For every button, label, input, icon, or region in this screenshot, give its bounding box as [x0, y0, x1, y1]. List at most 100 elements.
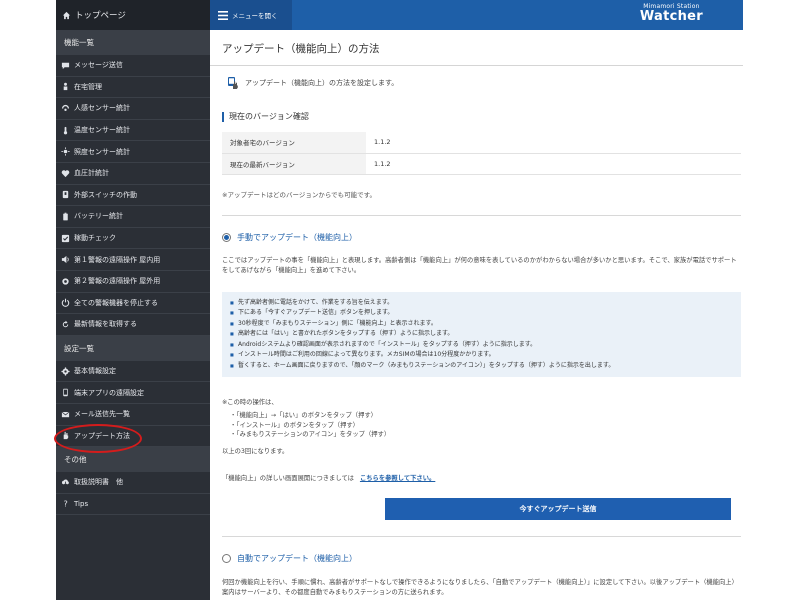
auto-update-radio[interactable] [222, 553, 231, 563]
brand-title: Watcher [639, 9, 703, 24]
refresh-icon [60, 319, 70, 329]
sidebar-item-label: 第２警報の遠隔操作 屋外用 [74, 277, 161, 286]
sidebar-item-basic-settings[interactable]: 基本情報設定 [56, 361, 210, 383]
table-row: 対象者宅のバージョン 1.1.2 [222, 132, 741, 154]
sidebar: トップページ 機能一覧 メッセージ送信 在宅管理 人感センサー統計 温度センサー… [56, 0, 210, 600]
heart-icon [60, 168, 70, 178]
sidebar-item-label: 端末アプリの遠隔設定 [74, 388, 144, 397]
check-icon [60, 233, 70, 243]
sidebar-item-blood-pressure[interactable]: 血圧計統計 [56, 163, 210, 185]
open-menu-label: メニューを開く [232, 12, 278, 20]
sidebar-item-temperature-sensor[interactable]: 温度センサー統計 [56, 120, 210, 142]
sidebar-section-features: 機能一覧 [56, 30, 210, 55]
sidebar-item-external-switch[interactable]: 外部スイッチの作動 [56, 185, 210, 207]
alarm-icon [60, 276, 70, 286]
send-update-now-button[interactable]: 今すぐアップデート送信 [385, 497, 731, 520]
sensor-icon [60, 103, 70, 113]
sidebar-item-manual[interactable]: 取扱説明書 他 [56, 472, 210, 494]
steps-list: 先ず高齢者側に電話をかけて、作業をする旨を伝えます。 下にある「今すぐアップデー… [230, 298, 733, 372]
list-item: Androidシステムより確認画面が表示されますので「インストール」をタップする… [230, 340, 733, 351]
switch-icon [60, 190, 70, 200]
sidebar-item-remote-app-settings[interactable]: 端末アプリの遠隔設定 [56, 382, 210, 404]
list-item: 30秒程度で「みまもりステーション」側に「機能向上」と表示されます。 [230, 319, 733, 330]
sidebar-item-label: 人感センサー統計 [74, 104, 130, 113]
version-note: ※アップデートはどのバージョンからでも可能です。 [222, 190, 376, 199]
sidebar-item-label: メール送信先一覧 [74, 410, 130, 419]
sidebar-item-label: Tips [74, 499, 89, 508]
sidebar-item-label: 温度センサー統計 [74, 126, 130, 135]
auto-update-paragraph: 何回か機能向上を行い、手順に慣れ、高齢者がサポートなしで操作できるようになりまし… [222, 578, 738, 596]
operations-list: ・「機能向上」→「はい」のボタンをタップ（押す） ・「インストール」のボタンをタ… [230, 411, 741, 440]
sidebar-item-home-status[interactable]: 在宅管理 [56, 77, 210, 99]
sidebar-item-label: 稼動チェック [74, 234, 116, 243]
chat-icon [60, 60, 70, 70]
gear-icon [60, 366, 70, 376]
list-item: 先ず高齢者側に電話をかけて、作業をする旨を伝えます。 [230, 298, 733, 309]
battery-icon [60, 211, 70, 221]
sidebar-item-label: トップページ [75, 11, 126, 21]
open-menu-button[interactable]: メニューを開く [210, 0, 292, 30]
table-row: 現在の最新バージョン 1.1.2 [222, 153, 741, 175]
sidebar-item-alarm1-indoor[interactable]: 第１警報の遠隔操作 屋内用 [56, 249, 210, 271]
version-label: 現在の最新バージョン [222, 153, 366, 175]
sidebar-item-top-page[interactable]: トップページ [56, 0, 210, 30]
details-link-prefix: 「機能向上」の詳しい画面展開につきましては [222, 474, 354, 482]
details-link-line: 「機能向上」の詳しい画面展開につきましては こちらを参照して下さい。 [222, 473, 741, 482]
brand-logo: Mimamori Station Watcher [640, 3, 703, 24]
home-icon [61, 10, 71, 20]
sidebar-item-message[interactable]: メッセージ送信 [56, 55, 210, 77]
sidebar-item-mail-recipients[interactable]: メール送信先一覧 [56, 404, 210, 426]
list-item: 高齢者には「はい」と書かれたボタンをタップする（押す）ように指示します。 [230, 329, 733, 340]
version-value: 1.1.2 [366, 132, 741, 154]
manual-update-radio[interactable] [222, 232, 231, 242]
sidebar-item-operation-check[interactable]: 稼動チェック [56, 228, 210, 250]
list-item: インストール時間はご利用の回線によって異なります。メカSIMの場合は10分程度か… [230, 350, 733, 361]
sidebar-item-get-latest[interactable]: 最新情報を取得する [56, 314, 210, 336]
hamburger-icon [218, 10, 228, 20]
sidebar-section-other: その他 [56, 447, 210, 473]
sidebar-item-motion-sensor[interactable]: 人感センサー統計 [56, 98, 210, 120]
section-divider [222, 535, 741, 537]
manual-update-paragraph: ここではアップデートの事を「機能向上」と表現します。高齢者側は「機能向上」が何の… [222, 256, 737, 274]
version-table: 対象者宅のバージョン 1.1.2 現在の最新バージョン 1.1.2 [222, 132, 741, 175]
sidebar-item-label: 最新情報を取得する [74, 320, 137, 329]
top-bar: メニューを開く Mimamori Station Watcher [210, 0, 743, 30]
sidebar-item-label: 全ての警報機器を停止する [74, 298, 158, 307]
sidebar-item-label: メッセージ送信 [74, 61, 123, 70]
sidebar-item-label: 在宅管理 [74, 82, 102, 91]
version-section-title: 現在のバージョン確認 [222, 112, 741, 122]
sidebar-section-settings: 設定一覧 [56, 335, 210, 361]
main-content: アップデート（機能向上）の方法 アップデート（機能向上）の方法を設定します。 現… [210, 30, 743, 600]
page-description: アップデート（機能向上）の方法を設定します。 [226, 76, 741, 90]
hand-icon [60, 431, 70, 441]
details-link[interactable]: こちらを参照して下さい。 [360, 475, 435, 482]
update-hand-icon [228, 77, 238, 89]
version-value: 1.1.2 [366, 153, 741, 175]
sidebar-item-tips[interactable]: ? Tips [56, 494, 210, 516]
list-item: 暫くすると、ホーム画面に戻りますので、「顔のマーク（みまもりステーションのアイコ… [230, 361, 733, 372]
thermometer-icon [60, 125, 70, 135]
sun-icon [60, 147, 70, 157]
sidebar-item-label: 外部スイッチの作動 [74, 190, 137, 199]
cloud-download-icon [60, 477, 70, 487]
sidebar-item-stop-all-alarms[interactable]: 全ての警報機器を停止する [56, 293, 210, 315]
question-icon: ? [60, 499, 70, 509]
sidebar-item-alarm2-outdoor[interactable]: 第２警報の遠隔操作 屋外用 [56, 271, 210, 293]
list-item: ・「みまもりステーションのアイコン」をタップ（押す） [230, 431, 391, 439]
page-title: アップデート（機能向上）の方法 [222, 43, 380, 55]
operations-note: ※この時の操作は、 [222, 399, 278, 406]
sidebar-item-label: アップデート方法 [74, 431, 130, 440]
person-icon [60, 82, 70, 92]
svg-text:?: ? [63, 499, 67, 508]
steps-box: 先ず高齢者側に電話をかけて、作業をする旨を伝えます。 下にある「今すぐアップデー… [222, 291, 741, 377]
operations-count-note: 以上の3回になります。 [222, 447, 289, 455]
sidebar-item-battery[interactable]: バッテリー統計 [56, 206, 210, 228]
manual-update-option[interactable]: 手動でアップデート（機能向上） [222, 232, 741, 243]
sidebar-item-update-method[interactable]: アップデート方法 [56, 426, 210, 448]
sidebar-item-light-sensor[interactable]: 照度センサー統計 [56, 141, 210, 163]
list-item: 下にある「今すぐアップデート送信」ボタンを押します。 [230, 308, 733, 319]
section-divider [222, 214, 741, 216]
sidebar-item-label: 血圧計統計 [74, 169, 109, 178]
auto-update-option[interactable]: 自動でアップデート（機能向上） [222, 553, 741, 564]
speaker-icon [60, 255, 70, 265]
